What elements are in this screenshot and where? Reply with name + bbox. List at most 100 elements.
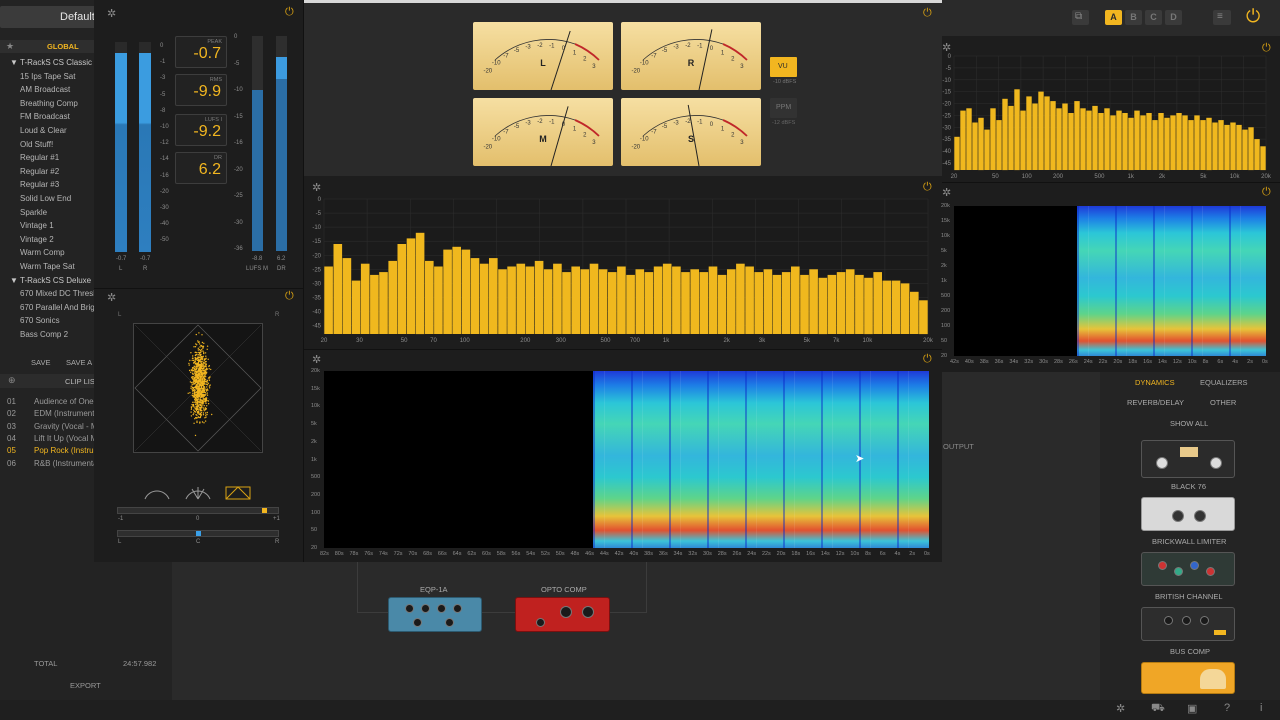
preset-item[interactable]: Regular #2	[20, 167, 59, 176]
knob[interactable]	[1172, 510, 1184, 522]
knob[interactable]	[1158, 561, 1167, 570]
knob[interactable]	[413, 618, 422, 627]
settings-icon[interactable]: ✲	[1116, 702, 1125, 715]
power-icon[interactable]: ⏻	[923, 7, 932, 20]
vectorscope-dot	[206, 392, 208, 394]
preset-item[interactable]: AM Broadcast	[20, 85, 70, 94]
vectorscope-dot	[208, 365, 210, 368]
clip-item[interactable]: Pop Rock (Instrum	[34, 446, 100, 455]
knob[interactable]	[421, 604, 430, 613]
gear-icon[interactable]: ✲	[312, 353, 321, 366]
save-button[interactable]: SAVE	[31, 358, 50, 367]
knob[interactable]	[1200, 616, 1209, 625]
copy-snapshot-button[interactable]: ⧉	[1072, 10, 1089, 25]
cart-icon[interactable]: ⛟	[1151, 702, 1165, 716]
snapshot-b-button[interactable]: B	[1125, 10, 1142, 25]
snapshot-c-button[interactable]: C	[1145, 10, 1162, 25]
knob[interactable]	[405, 604, 414, 613]
preset-group-label[interactable]: ▼ T-RackS CS Deluxe	[10, 276, 91, 285]
vectorscope-dot	[203, 422, 205, 424]
preset-group-label[interactable]: ▼ T-RackS CS Classic	[10, 58, 92, 67]
brickwall-limiter-thumbnail[interactable]	[1141, 497, 1235, 531]
bus-comp-thumbnail[interactable]	[1141, 607, 1235, 641]
preset-item[interactable]: Sparkle	[20, 208, 47, 217]
snapshot-a-button[interactable]: A	[1105, 10, 1122, 25]
knob[interactable]	[1206, 567, 1215, 576]
preset-item[interactable]: Regular #1	[20, 153, 59, 162]
preset-item[interactable]: 15 Ips Tape Sat	[20, 72, 75, 81]
knob[interactable]	[445, 618, 454, 627]
preset-item[interactable]: Loud & Clear	[20, 126, 67, 135]
gear-icon[interactable]: ✲	[107, 291, 116, 304]
tab-dynamics[interactable]: DYNAMICS	[1135, 378, 1175, 387]
vectorscope-dot	[203, 390, 205, 392]
spectrogram-x-tick: 44s	[599, 551, 609, 557]
preset-item[interactable]: FM Broadcast	[20, 112, 70, 121]
preset-name-box[interactable]: Default	[0, 6, 98, 28]
vu-panel-topline	[304, 0, 942, 3]
vu-mode-button[interactable]: VU	[770, 57, 797, 77]
lock-icon[interactable]: ▣	[1187, 702, 1197, 715]
preset-item[interactable]: Bass Comp 2	[20, 330, 68, 339]
knob[interactable]	[1182, 616, 1191, 625]
preset-item[interactable]: 670 Mixed DC Thresh	[20, 289, 98, 298]
preset-item[interactable]: Breathing Comp	[20, 99, 78, 108]
gear-icon[interactable]: ✲	[942, 186, 951, 199]
power-icon[interactable]: ⏻	[285, 6, 294, 19]
gear-icon[interactable]: ✲	[107, 7, 116, 20]
power-icon[interactable]: ⏻	[1246, 6, 1260, 27]
save-as-button[interactable]: SAVE A	[66, 358, 92, 367]
power-icon[interactable]: ⏻	[285, 290, 294, 303]
black-76-thumbnail[interactable]	[1141, 440, 1235, 478]
show-all-button[interactable]: SHOW ALL	[1170, 419, 1208, 428]
preset-item[interactable]: Old Stuff!	[20, 140, 53, 149]
british-channel-thumbnail[interactable]	[1141, 552, 1235, 586]
knob[interactable]	[1210, 457, 1222, 469]
preset-item[interactable]: Solid Low End	[20, 194, 71, 203]
knob[interactable]	[536, 618, 545, 627]
preset-item[interactable]: Warm Comp	[20, 248, 65, 257]
power-icon[interactable]: ⏻	[923, 353, 932, 366]
spectrum-bar	[406, 238, 416, 334]
add-clip-icon[interactable]: ⊕	[8, 375, 16, 386]
next-plugin-thumbnail[interactable]	[1141, 662, 1235, 694]
power-icon[interactable]: ⏻	[1262, 186, 1271, 199]
knob[interactable]	[1194, 510, 1206, 522]
knob[interactable]	[1156, 457, 1168, 469]
clip-item[interactable]: Lift It Up (Vocal M	[34, 434, 97, 443]
tab-equalizers[interactable]: EQUALIZERS	[1200, 378, 1248, 387]
preset-item[interactable]: Warm Tape Sat	[20, 262, 75, 271]
vu-scale-label: -3	[673, 121, 679, 127]
eqp-1a-module[interactable]	[388, 597, 482, 632]
help-icon[interactable]: ?	[1224, 702, 1230, 714]
clip-item[interactable]: Audience of One (	[34, 397, 98, 406]
knob[interactable]	[453, 604, 462, 613]
preset-item[interactable]: Vintage 2	[20, 235, 54, 244]
snapshot-d-button[interactable]: D	[1165, 10, 1182, 25]
knob[interactable]	[582, 606, 594, 618]
preset-item[interactable]: Vintage 1	[20, 221, 54, 230]
knob[interactable]	[1190, 561, 1199, 570]
tab-reverb-delay[interactable]: REVERB/DELAY	[1127, 398, 1184, 407]
ppm-mode-label: PPM	[776, 104, 792, 111]
preset-item[interactable]: Regular #3	[20, 180, 59, 189]
vectorscope-dot	[207, 389, 209, 391]
knob[interactable]	[437, 604, 446, 613]
vectorscope-dot	[202, 414, 205, 416]
menu-button[interactable]: ≡	[1213, 10, 1231, 25]
export-button[interactable]: EXPORT	[70, 681, 101, 690]
opto-comp-module[interactable]	[515, 597, 610, 632]
clip-item[interactable]: R&B (Instrumenta	[34, 459, 98, 468]
ppm-mode-button[interactable]: PPM	[770, 98, 797, 118]
preset-item[interactable]: 670 Parallel And Brig	[20, 303, 95, 312]
knob[interactable]	[1164, 616, 1173, 625]
clip-item[interactable]: Gravity (Vocal - M	[34, 422, 98, 431]
info-icon[interactable]: i	[1260, 702, 1262, 714]
vectorscope-dot	[202, 370, 205, 372]
knob[interactable]	[1174, 567, 1183, 576]
global-header[interactable]: ★ GLOBAL	[0, 40, 98, 53]
preset-item[interactable]: 670 Sonics	[20, 316, 60, 325]
clip-item[interactable]: EDM (Instrumenta	[34, 409, 99, 418]
knob[interactable]	[560, 606, 572, 618]
tab-other[interactable]: OTHER	[1210, 398, 1236, 407]
